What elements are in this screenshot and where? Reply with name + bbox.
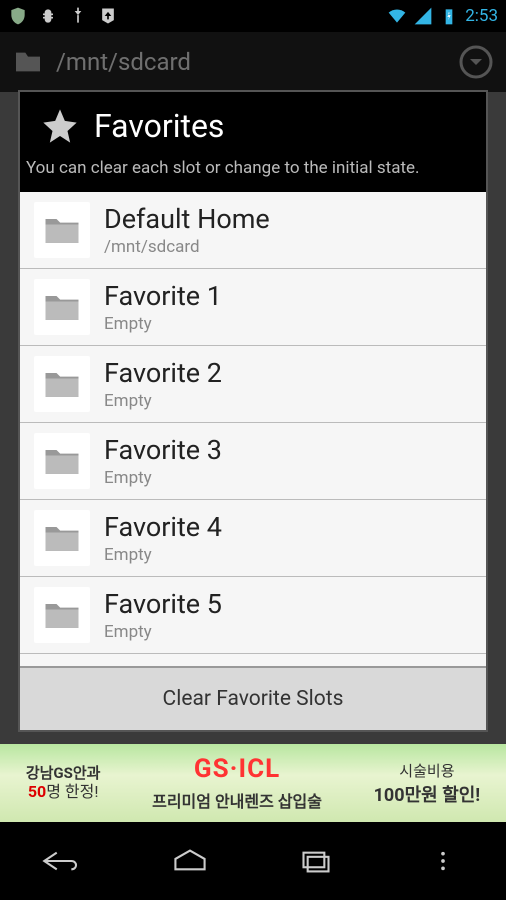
slot-label: Favorite 3 [104, 434, 222, 466]
back-button[interactable] [38, 841, 88, 881]
slot-sub: Empty [104, 391, 222, 411]
dialog-title: Favorites [94, 107, 224, 145]
favorites-dialog: Favorites You can clear each slot or cha… [18, 90, 488, 732]
ad-left: 강남GS안과 50명 한정! [26, 764, 101, 801]
slot-label: Favorite 2 [104, 357, 222, 389]
folder-icon [34, 202, 90, 258]
slot-texts: Favorite 5Empty [104, 588, 222, 642]
app-toolbar: /mnt/sdcard [0, 32, 506, 92]
slot-label: Default Home [104, 203, 270, 235]
slot-texts: Default Home/mnt/sdcard [104, 203, 270, 257]
slot-texts: Favorite 2Empty [104, 357, 222, 411]
dialog-footer: Clear Favorite Slots [20, 666, 486, 730]
favorite-slot[interactable]: Default Home/mnt/sdcard [20, 192, 486, 269]
favorite-slot[interactable]: Favorite 3Empty [20, 423, 486, 500]
ad-right: 시술비용 100만원 할인! [374, 760, 481, 807]
folder-icon [34, 510, 90, 566]
slot-label: Favorite 1 [104, 280, 222, 312]
dropdown-icon[interactable] [458, 44, 494, 80]
wifi-icon [387, 6, 407, 26]
favorites-list: Default Home/mnt/sdcardFavorite 1EmptyFa… [20, 192, 486, 666]
folder-icon [34, 279, 90, 335]
status-bar: 2:53 [0, 0, 506, 32]
slot-texts: Favorite 3Empty [104, 434, 222, 488]
status-right: 2:53 [387, 6, 498, 26]
star-icon [40, 106, 80, 146]
toolbar-path: /mnt/sdcard [56, 48, 446, 76]
signal-icon [413, 6, 433, 26]
slot-texts: Favorite 1Empty [104, 280, 222, 334]
folder-icon [34, 433, 90, 489]
menu-button[interactable] [418, 841, 468, 881]
slot-texts: Favorite 4Empty [104, 511, 222, 565]
folder-icon [34, 587, 90, 643]
favorite-slot[interactable]: Favorite 5Empty [20, 577, 486, 654]
favorite-slot[interactable]: Favorite 1Empty [20, 269, 486, 346]
slot-label: Favorite 5 [104, 588, 222, 620]
clear-slots-button[interactable]: Clear Favorite Slots [163, 687, 344, 711]
bug-icon [38, 6, 58, 26]
recent-apps-button[interactable] [291, 841, 341, 881]
folder-icon [34, 356, 90, 412]
slot-sub: /mnt/sdcard [104, 237, 270, 257]
ad-right-line2: 100만원 할인! [374, 781, 481, 807]
slot-sub: Empty [104, 468, 222, 488]
navigation-bar [0, 822, 506, 900]
shield-icon [8, 6, 28, 26]
slot-sub: Empty [104, 545, 222, 565]
home-button[interactable] [165, 841, 215, 881]
favorite-slot[interactable]: Favorite 2Empty [20, 346, 486, 423]
folder-icon [12, 46, 44, 78]
ad-left-line2: 50명 한정! [28, 782, 99, 801]
clock-text: 2:53 [465, 6, 498, 26]
ad-banner[interactable]: 강남GS안과 50명 한정! GS·ICL 프리미엄 안내렌즈 삽입술 시술비용… [0, 744, 506, 822]
slot-label: Favorite 4 [104, 511, 222, 543]
ad-brand: GS·ICL [152, 754, 322, 784]
slot-sub: Empty [104, 314, 222, 334]
status-left [8, 6, 118, 26]
battery-icon [439, 6, 459, 26]
download-icon [98, 6, 118, 26]
ad-brand-sub: 프리미엄 안내렌즈 삽입술 [152, 788, 322, 812]
usb-icon [68, 6, 88, 26]
ad-left-line1: 강남GS안과 [26, 764, 101, 782]
slot-sub: Empty [104, 622, 222, 642]
dialog-header: Favorites [20, 92, 486, 150]
dialog-subtitle: You can clear each slot or change to the… [20, 150, 486, 192]
ad-center: GS·ICL 프리미엄 안내렌즈 삽입술 [152, 754, 322, 812]
favorite-slot[interactable]: Favorite 4Empty [20, 500, 486, 577]
ad-right-line1: 시술비용 [374, 760, 481, 781]
